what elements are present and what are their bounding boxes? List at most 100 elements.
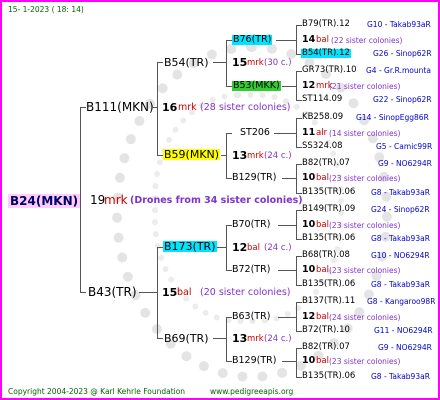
gen1-node[interactable]: B43(TR) — [88, 286, 137, 298]
gen2-node-highlight[interactable]: B173(TR) — [163, 241, 217, 252]
gen3-node-highlight[interactable]: B53(MKK) — [232, 81, 281, 91]
connector — [276, 40, 297, 41]
gen4-left[interactable]: KB258.09 — [302, 113, 343, 122]
gen4-left[interactable]: B135(TR).06 — [302, 280, 355, 289]
gen4-right: G22 - Sinop62R — [373, 95, 432, 104]
gen4-left[interactable]: B82(TR).07 — [302, 159, 350, 168]
gen3-note: (23 sister colonies) — [329, 266, 401, 275]
gen2-node-highlight[interactable]: B59(MKN) — [163, 149, 221, 160]
gen4-left[interactable]: ST114.09 — [302, 95, 342, 104]
pedigree-frame: 15- 1-2023 ( 18: 14) B24(MKN) 19 mrk (Dr… — [0, 0, 440, 400]
gen1-mark: bal — [177, 287, 192, 298]
gen3-note: (23 sister colonies) — [329, 174, 401, 183]
gen4-right: G8 - Kangaroo98R — [367, 297, 436, 306]
gen4-left[interactable]: B135(TR).06 — [302, 372, 355, 381]
gen2-note: (30 c.) — [264, 58, 292, 68]
gen3-count: 10 — [302, 219, 316, 230]
gen4-right: G8 - Takab93aR — [371, 188, 430, 197]
gen3-node[interactable]: B63(TR) — [232, 312, 270, 322]
gen4-left[interactable]: B135(TR).06 — [302, 234, 355, 243]
gen3-count: 12 — [302, 80, 316, 91]
gen3-mark: bal — [316, 220, 329, 230]
connector — [282, 86, 297, 87]
gen3-note: (14 sister colonies) — [329, 129, 401, 138]
gen2-mark: mrk — [247, 151, 264, 161]
connector — [157, 338, 163, 339]
connector — [226, 133, 227, 179]
gen4-left[interactable]: B72(TR).10 — [302, 326, 350, 335]
gen1-note: (28 sister colonies) — [200, 102, 291, 113]
connector — [282, 361, 297, 362]
connector — [226, 133, 232, 134]
root-mark: mrk — [104, 193, 128, 207]
gen4-right: G26 - Sinop62R — [373, 49, 432, 58]
connector — [213, 338, 227, 339]
gen3-note: (22 sister colonies) — [331, 36, 403, 45]
gen4-right: G24 - Sinop62R — [371, 205, 430, 214]
gen2-note: (24 c.) — [264, 334, 292, 344]
root-note: (Drones from 34 sister colonies) — [130, 195, 303, 206]
root-count: 19 — [90, 193, 106, 207]
gen3-node[interactable]: B129(TR) — [232, 173, 276, 183]
gen3-node[interactable]: B70(TR) — [232, 220, 270, 230]
gen3-mark: bal — [316, 265, 329, 275]
gen2-mark: mrk — [247, 334, 264, 344]
gen4-right: G8 - Takab93aR — [371, 372, 430, 381]
gen3-count: 12 — [302, 311, 316, 322]
gen4-left[interactable]: GR73(TR).10 — [302, 66, 357, 75]
connector — [221, 155, 227, 156]
gen3-mark: bal — [316, 356, 329, 366]
gen4-left[interactable]: B137(TR).11 — [302, 297, 355, 306]
gen1-note: (20 sister colonies) — [200, 287, 291, 298]
gen4-left[interactable]: B68(TR).08 — [302, 251, 350, 260]
date-stamp: 15- 1-2023 ( 18: 14) — [8, 5, 84, 14]
connector — [226, 317, 227, 362]
gen4-left-highlight[interactable]: B54(TR).12 — [301, 49, 351, 58]
gen4-left[interactable]: B79(TR).12 — [302, 20, 350, 29]
connector — [217, 247, 227, 248]
gen3-mark: bal — [316, 312, 329, 322]
copyright-text: Copyright 2004-2023 @ Karl Kehrle Founda… — [8, 387, 186, 396]
connector — [278, 270, 297, 271]
gen1-mark: mrk — [178, 102, 197, 113]
connector — [153, 107, 158, 108]
gen4-right: G8 - Takab93aR — [371, 280, 430, 289]
gen2-node[interactable]: B69(TR) — [164, 333, 209, 344]
connector — [80, 292, 86, 293]
site-link[interactable]: www.pedigreeapis.org — [210, 388, 293, 396]
connector — [213, 62, 227, 63]
gen4-left[interactable]: B135(TR).06 — [302, 188, 355, 197]
gen3-mark: alr — [316, 128, 328, 138]
gen4-right: G5 - Camic99R — [376, 142, 433, 151]
connector — [226, 40, 227, 87]
gen3-node-highlight[interactable]: B76(TR) — [232, 35, 273, 45]
connector — [157, 247, 158, 339]
gen4-left[interactable]: SS324.08 — [302, 142, 343, 151]
gen2-node[interactable]: B54(TR) — [164, 57, 209, 68]
gen3-node[interactable]: ST206 — [240, 128, 270, 138]
gen3-node[interactable]: B129(TR) — [232, 356, 276, 366]
connector — [226, 225, 227, 271]
gen1-count: 16 — [162, 101, 178, 114]
gen3-node[interactable]: B72(TR) — [232, 265, 270, 275]
gen3-mark: bal — [316, 173, 329, 183]
gen2-count: 12 — [232, 241, 248, 254]
connector — [278, 225, 297, 226]
gen3-count: 11 — [302, 127, 316, 138]
gen4-right: G8 - Takab93aR — [371, 234, 430, 243]
connector — [274, 133, 297, 134]
gen4-left[interactable]: B149(TR).09 — [302, 205, 355, 214]
gen4-right: G10 - Takab93aR — [367, 20, 431, 29]
gen4-right: G9 - NO6294R — [378, 343, 432, 352]
gen4-right: G10 - NO6294R — [371, 251, 430, 260]
gen4-right: G4 - Gr.R.mounta — [366, 66, 431, 75]
gen2-mark: bal — [247, 243, 260, 253]
gen3-count: 14 — [302, 34, 316, 45]
connector — [139, 292, 158, 293]
gen1-node[interactable]: B111(MKN) — [86, 101, 154, 113]
gen3-count: 10 — [302, 172, 316, 183]
gen2-count: 13 — [232, 332, 248, 345]
gen4-left[interactable]: B82(TR).07 — [302, 343, 350, 352]
root-queen[interactable]: B24(MKN) — [8, 194, 81, 208]
gen3-note: (24 sister colonies) — [329, 313, 401, 322]
